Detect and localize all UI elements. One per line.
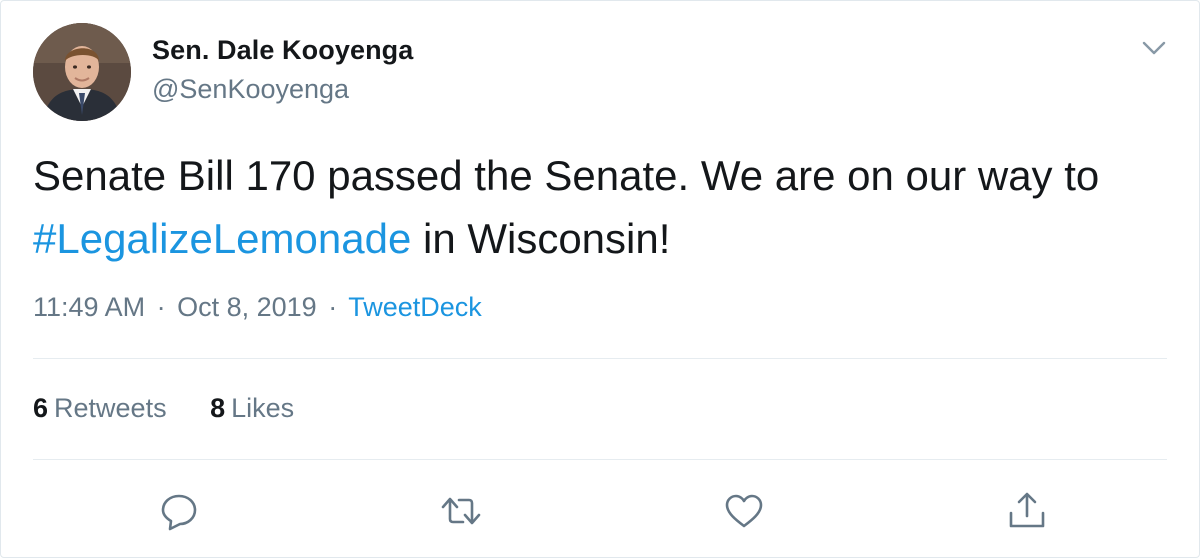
retweets-label: Retweets <box>54 393 167 423</box>
divider <box>33 358 1167 359</box>
hashtag-link[interactable]: #LegalizeLemonade <box>33 215 411 262</box>
tweet-text-part2: in Wisconsin! <box>411 215 671 262</box>
tweet-card: Sen. Dale Kooyenga @SenKooyenga Senate B… <box>0 0 1200 558</box>
likes-label: Likes <box>231 393 295 423</box>
author-handle[interactable]: @SenKooyenga <box>152 74 349 105</box>
tweet-time[interactable]: 11:49 AM <box>33 292 145 322</box>
author-display-name[interactable]: Sen. Dale Kooyenga <box>152 35 413 66</box>
likes-count: 8 <box>210 393 226 423</box>
chevron-down-icon[interactable] <box>1139 35 1169 61</box>
like-icon[interactable] <box>722 489 766 533</box>
retweets-stat[interactable]: 6 Retweets <box>33 393 167 424</box>
tweet-date[interactable]: Oct 8, 2019 <box>177 292 317 322</box>
retweet-icon[interactable] <box>439 489 483 533</box>
share-icon[interactable] <box>1005 489 1049 533</box>
tweet-text: Senate Bill 170 passed the Senate. We ar… <box>33 144 1173 270</box>
tweet-stats: 6 Retweets 8 Likes <box>33 393 330 424</box>
meta-separator: · <box>156 292 166 322</box>
meta-separator: · <box>328 292 338 322</box>
retweets-count: 6 <box>33 393 49 423</box>
reply-icon[interactable] <box>157 489 201 533</box>
tweet-text-part1: Senate Bill 170 passed the Senate. We ar… <box>33 152 1100 199</box>
avatar[interactable] <box>33 23 131 121</box>
divider <box>33 459 1167 460</box>
likes-stat[interactable]: 8 Likes <box>210 393 294 424</box>
tweet-source-link[interactable]: TweetDeck <box>348 292 482 322</box>
tweet-meta: 11:49 AM · Oct 8, 2019 · TweetDeck <box>33 292 482 323</box>
profile-photo-icon <box>33 23 131 121</box>
